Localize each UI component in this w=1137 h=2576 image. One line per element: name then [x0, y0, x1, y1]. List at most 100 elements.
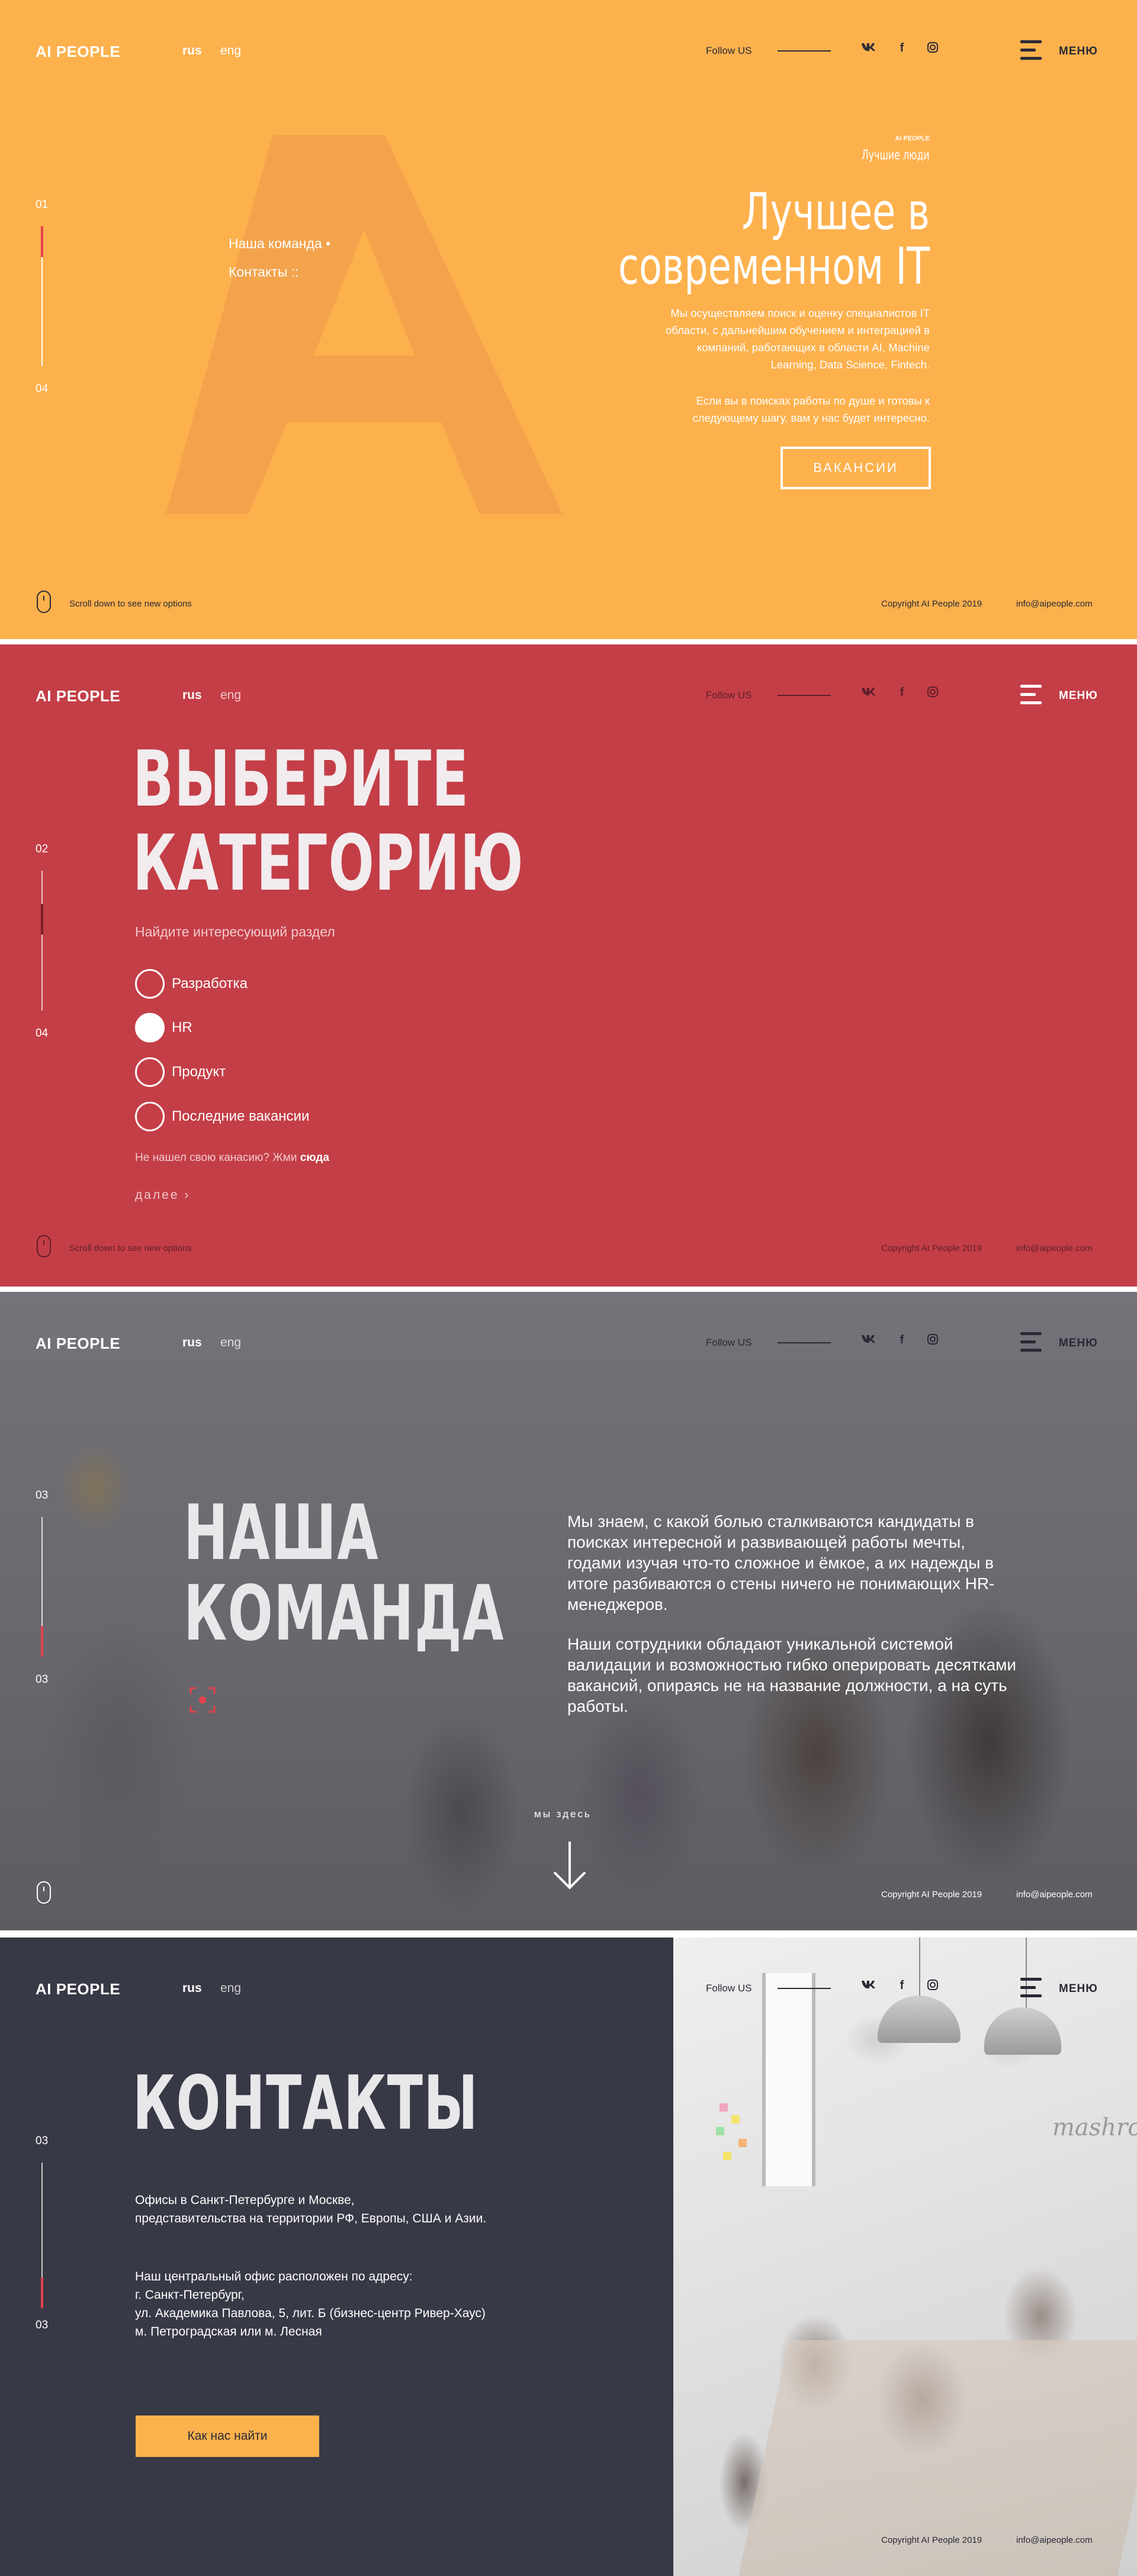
email-link[interactable]: info@aipeople.com	[1016, 1243, 1093, 1253]
team-section: AI PEOPLE rus eng Follow US f МЕНЮ 03 03…	[0, 1292, 1137, 1930]
logo[interactable]: AI PEOPLE	[36, 687, 120, 705]
not-found-prefix: Не нашел свою канасию? Жми	[135, 1151, 300, 1164]
menu-label[interactable]: МЕНЮ	[1059, 1337, 1098, 1350]
email-link[interactable]: info@aipeople.com	[1016, 1890, 1093, 1900]
hero-description-line: компаний, работающих в области AI, Machi…	[696, 341, 930, 354]
lang-eng-link[interactable]: eng	[220, 688, 241, 702]
email-link[interactable]: info@aipeople.com	[1016, 2535, 1093, 2545]
facebook-icon[interactable]: f	[893, 41, 911, 55]
progress-total: 03	[36, 1673, 49, 1686]
menu-icon[interactable]	[1020, 1332, 1042, 1352]
radio-latest-vacancies[interactable]	[135, 1102, 165, 1131]
address-text: Наш центральный офис расположен по адрес…	[135, 2267, 561, 2341]
next-label[interactable]: далее	[135, 1188, 179, 1202]
lang-rus-link[interactable]: rus	[182, 688, 202, 702]
contacts-section: mashro AI PEOPLE rus eng Follow US f МЕН…	[0, 1937, 1137, 2576]
radio-product[interactable]	[135, 1057, 165, 1087]
team-paragraph-1: Мы знаем, с какой болью сталкиваются кан…	[567, 1512, 995, 1613]
arrow-down-icon[interactable]	[552, 1840, 587, 1890]
email-link[interactable]: info@aipeople.com	[1016, 599, 1093, 609]
hero-title-line-1: Лучшее в	[741, 182, 930, 242]
hero-title-line-2: современном IT	[618, 237, 930, 296]
nav-contacts-link[interactable]: Контакты ::	[229, 264, 299, 280]
lamp-shape	[984, 2007, 1061, 2055]
progress-current: 03	[36, 1489, 49, 1502]
menu-label[interactable]: МЕНЮ	[1059, 1982, 1098, 1996]
instagram-icon[interactable]	[924, 686, 942, 701]
category-section: AI PEOPLE rus eng Follow US f МЕНЮ 02 04…	[0, 644, 1137, 1287]
progress-current: 01	[36, 198, 49, 211]
not-found-link[interactable]: сюда	[300, 1151, 329, 1164]
nav-team-link[interactable]: Наша команда •	[229, 236, 330, 252]
lang-eng-link[interactable]: eng	[220, 1981, 241, 1996]
copyright: Copyright AI People 2019	[881, 2535, 982, 2545]
logo[interactable]: AI PEOPLE	[36, 1334, 120, 1353]
lang-eng-link[interactable]: eng	[220, 44, 241, 58]
vacancies-button[interactable]: ВАКАНСИИ	[781, 447, 931, 489]
logo[interactable]: AI PEOPLE	[36, 43, 120, 61]
how-to-find-button[interactable]: Как нас найти	[136, 2415, 319, 2457]
mouse-scroll-icon	[37, 591, 51, 613]
radio-hr[interactable]	[135, 1013, 165, 1042]
hero-title: Лучшее в современном IT	[618, 185, 930, 294]
vk-icon[interactable]	[860, 1333, 878, 1347]
radio-label-latest-vacancies[interactable]: Последние вакансии	[172, 1108, 309, 1125]
lang-eng-link[interactable]: eng	[220, 1336, 241, 1350]
follow-divider	[778, 695, 831, 696]
mouse-scroll-icon	[37, 1881, 51, 1904]
next-link[interactable]: далее ›	[135, 1188, 190, 1202]
facebook-icon[interactable]: f	[893, 1333, 911, 1347]
hero-tagline: Лучшие люди	[862, 148, 930, 163]
radio-label-product[interactable]: Продукт	[172, 1064, 226, 1080]
follow-divider	[778, 50, 831, 52]
menu-label[interactable]: МЕНЮ	[1059, 689, 1098, 702]
vk-icon[interactable]	[860, 1979, 878, 1993]
target-icon	[190, 1687, 216, 1713]
copyright: Copyright AI People 2019	[881, 1890, 982, 1900]
copyright: Copyright AI People 2019	[881, 1243, 982, 1253]
hero-description-line: Мы осуществляем поиск и оценку специалис…	[670, 307, 930, 319]
instagram-icon[interactable]	[924, 41, 942, 57]
hero-description: Мы осуществляем поиск и оценку специалис…	[598, 304, 930, 373]
lang-rus-link[interactable]: rus	[182, 1336, 202, 1350]
menu-icon[interactable]	[1020, 40, 1042, 60]
copyright: Copyright AI People 2019	[881, 599, 982, 609]
category-title-line-2: КАТЕГОРИЮ	[133, 818, 524, 908]
sticky-note	[720, 2103, 728, 2112]
radio-label-development[interactable]: Разработка	[172, 976, 248, 992]
vk-icon[interactable]	[860, 686, 878, 700]
not-found-text: Не нашел свою канасию? Жми сюда	[135, 1151, 329, 1165]
team-paragraph-2: Наши сотрудники обладают уникальной сист…	[567, 1635, 1017, 1715]
instagram-icon[interactable]	[924, 1333, 942, 1349]
follow-label: Follow US	[706, 689, 752, 701]
follow-label: Follow US	[706, 45, 752, 56]
category-title-line-1: ВЫБЕРИТЕ	[133, 734, 469, 824]
address-line: Наш центральный офис расположен по адрес…	[135, 2270, 413, 2283]
menu-label[interactable]: МЕНЮ	[1059, 45, 1098, 58]
team-title-line-2: КОМАНДА	[184, 1570, 505, 1658]
lang-rus-link[interactable]: rus	[182, 44, 202, 58]
facebook-icon[interactable]: f	[893, 686, 911, 700]
progress-indicator	[41, 904, 43, 935]
here-label: мы здесь	[534, 1808, 592, 1820]
progress-indicator	[41, 226, 43, 257]
address-line: г. Санкт-Петербург,	[135, 2288, 245, 2302]
radio-label-hr[interactable]: HR	[172, 1019, 192, 1036]
progress-total: 04	[36, 1027, 49, 1040]
menu-icon[interactable]	[1020, 685, 1042, 705]
offices-line: представительства на территории РФ, Евро…	[135, 2212, 487, 2225]
facebook-icon[interactable]: f	[893, 1979, 911, 1993]
hero-invite-line: Если вы в поисках работы по душе и готов…	[696, 394, 930, 407]
logo[interactable]: AI PEOPLE	[36, 1980, 120, 1998]
follow-label: Follow US	[706, 1982, 752, 1994]
offices-line: Офисы в Санкт-Петербурге и Москве,	[135, 2193, 355, 2207]
lang-rus-link[interactable]: rus	[182, 1981, 202, 1996]
contacts-title: КОНТАКТЫ	[133, 2059, 479, 2147]
radio-development[interactable]	[135, 969, 165, 999]
instagram-icon[interactable]	[924, 1979, 942, 1994]
menu-icon[interactable]	[1020, 1978, 1042, 1998]
scroll-hint: Scroll down to see new options	[69, 599, 192, 609]
vk-icon[interactable]	[860, 41, 878, 55]
team-title: НАША КОМАНДА	[184, 1493, 505, 1654]
progress-total: 03	[36, 2319, 49, 2331]
